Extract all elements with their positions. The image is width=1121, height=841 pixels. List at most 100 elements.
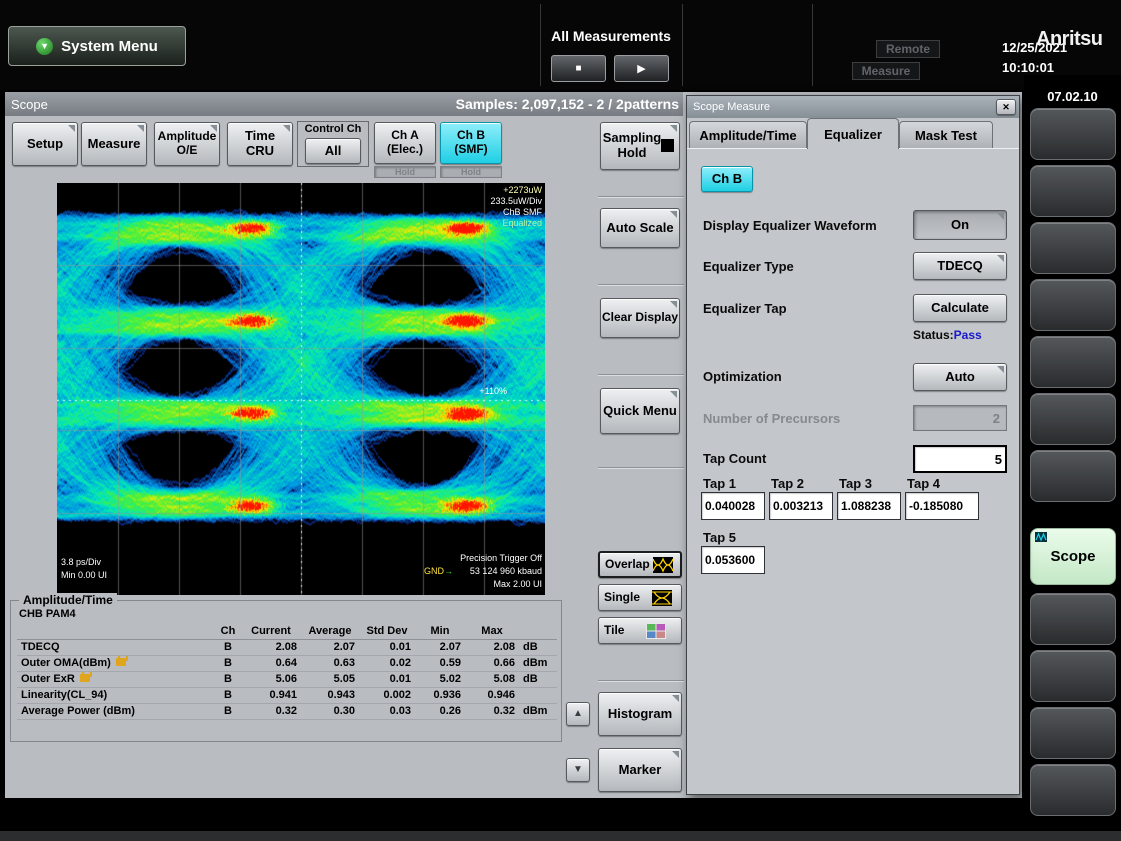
function-key[interactable]: [1030, 450, 1116, 502]
eye-baud-label: 53 124 960 kbaud: [470, 566, 542, 577]
scope-window-title: Scope: [11, 97, 48, 112]
display-equalizer-label: Display Equalizer Waveform: [703, 218, 877, 233]
display-equalizer-button[interactable]: On: [913, 210, 1007, 240]
tap-5-field[interactable]: 0.053600: [701, 546, 765, 574]
function-key[interactable]: [1030, 593, 1116, 645]
tab-amplitude-time-label: Amplitude/Time: [699, 128, 796, 143]
cell-stddev: 0.01: [359, 672, 415, 688]
equalizer-type-button[interactable]: TDECQ: [913, 252, 1007, 280]
dialog-close-button[interactable]: ✕: [996, 99, 1016, 115]
cell-current: 2.08: [241, 640, 301, 656]
tab-mask-test[interactable]: Mask Test: [899, 121, 993, 148]
histogram-up-button[interactable]: ▲: [566, 702, 590, 726]
amplitude-oe-button[interactable]: Amplitude O/E: [154, 122, 220, 166]
eye-trigger-label: Precision Trigger Off: [460, 553, 542, 564]
col-max: Max: [465, 624, 519, 640]
cell-current: 0.32: [241, 704, 301, 720]
cell-min: 0.59: [415, 656, 465, 672]
sampling-hold-button[interactable]: Sampling Hold: [600, 122, 680, 170]
dialog-ch-b-button[interactable]: Ch B: [701, 166, 753, 192]
tap-1-field[interactable]: 0.040028: [701, 492, 765, 520]
topbar-separator: [540, 4, 541, 86]
measurement-row: Outer ExR B 5.06 5.05 0.01 5.02 5.08 dB: [17, 672, 557, 688]
precursors-label: Number of Precursors: [703, 411, 840, 426]
cell-ch: B: [215, 656, 241, 672]
cell-min: 0.26: [415, 704, 465, 720]
status-badge: Pass: [954, 328, 982, 342]
tile-button[interactable]: Tile: [598, 617, 682, 644]
remote-indicator: Remote: [876, 40, 940, 58]
cell-average: 5.05: [301, 672, 359, 688]
cell-average: 0.63: [301, 656, 359, 672]
quick-menu-button[interactable]: Quick Menu: [600, 388, 680, 434]
ch-b-sublabel: (SMF): [454, 143, 487, 157]
function-key[interactable]: [1030, 336, 1116, 388]
ch-a-button[interactable]: Ch A (Elec.): [374, 122, 436, 164]
cell-stddev: 0.01: [359, 640, 415, 656]
cell-unit: dBm: [519, 656, 557, 672]
tap-count-field[interactable]: 5: [913, 445, 1007, 473]
measurement-header-row: Ch Current Average Std Dev Min Max: [17, 624, 557, 640]
tap-3-field[interactable]: 1.088238: [837, 492, 901, 520]
cell-current: 0.64: [241, 656, 301, 672]
function-key[interactable]: [1030, 165, 1116, 217]
single-eye-icon: [652, 590, 672, 606]
function-key[interactable]: [1030, 393, 1116, 445]
scope-titlebar: Scope Samples: 2,097,152 - 2 / 2patterns: [5, 92, 683, 116]
optimization-button[interactable]: Auto: [913, 363, 1007, 391]
tap-2-field[interactable]: 0.003213: [769, 492, 833, 520]
eye-channel-annotation: ChB SMF: [503, 207, 542, 218]
quick-menu-label: Quick Menu: [603, 404, 677, 419]
function-key[interactable]: [1030, 108, 1116, 160]
clear-display-button[interactable]: Clear Display: [600, 298, 680, 338]
amplitude-label: Amplitude: [158, 130, 217, 144]
time-cru-button[interactable]: Time CRU: [227, 122, 293, 166]
cell-max: 2.08: [465, 640, 519, 656]
col-stddev: Std Dev: [359, 624, 415, 640]
tab-amplitude-time[interactable]: Amplitude/Time: [689, 121, 807, 148]
stop-button[interactable]: ■: [551, 55, 606, 82]
dialog-titlebar[interactable]: Scope Measure: [687, 96, 1019, 118]
display-equalizer-value: On: [951, 218, 969, 233]
cell-average: 2.07: [301, 640, 359, 656]
function-key[interactable]: [1030, 279, 1116, 331]
eye-display: +2273uW 233.5uW/Div ChB SMF Equalized +1…: [57, 183, 545, 595]
marker-button[interactable]: Marker: [598, 748, 682, 792]
tap-2-label: Tap 2: [771, 476, 804, 491]
sampling-label: Sampling: [603, 131, 662, 146]
overlap-button[interactable]: Overlap: [598, 551, 682, 578]
function-key[interactable]: [1030, 222, 1116, 274]
equalizer-type-label: Equalizer Type: [703, 259, 794, 274]
single-button[interactable]: Single: [598, 584, 682, 611]
optimization-value: Auto: [945, 370, 975, 385]
measure-indicator: Measure: [852, 62, 920, 80]
divider: [598, 374, 684, 376]
auto-scale-button[interactable]: Auto Scale: [600, 208, 680, 248]
equalizer-tap-calculate-button[interactable]: Calculate: [913, 294, 1007, 322]
status-label: Status:: [913, 328, 954, 342]
setup-button[interactable]: Setup: [12, 122, 78, 166]
overlap-label: Overlap: [605, 558, 650, 572]
cell-name: Linearity(CL_94): [17, 688, 215, 704]
system-menu-button[interactable]: ▼ System Menu: [8, 26, 186, 66]
function-key[interactable]: [1030, 707, 1116, 759]
measure-button[interactable]: Measure: [81, 122, 147, 166]
cell-unit: dB: [519, 640, 557, 656]
function-key[interactable]: [1030, 650, 1116, 702]
divider: [598, 680, 684, 682]
histogram-button[interactable]: Histogram: [598, 692, 682, 736]
control-ch-all-button[interactable]: All: [305, 138, 361, 164]
tab-equalizer[interactable]: Equalizer: [807, 118, 899, 149]
ch-b-button[interactable]: Ch B (SMF): [440, 122, 502, 164]
measurement-row: Average Power (dBm) B 0.32 0.30 0.03 0.2…: [17, 704, 557, 720]
function-key[interactable]: [1030, 764, 1116, 816]
cell-min: 2.07: [415, 640, 465, 656]
col-min: Min: [415, 624, 465, 640]
marker-down-button[interactable]: ▼: [566, 758, 590, 782]
cell-max: 0.66: [465, 656, 519, 672]
overlap-eye-icon: [653, 557, 673, 573]
play-button[interactable]: ▶: [614, 55, 669, 82]
cru-label: CRU: [246, 144, 274, 159]
tap-4-field[interactable]: -0.185080: [905, 492, 979, 520]
scope-function-key[interactable]: Scope: [1030, 528, 1116, 585]
